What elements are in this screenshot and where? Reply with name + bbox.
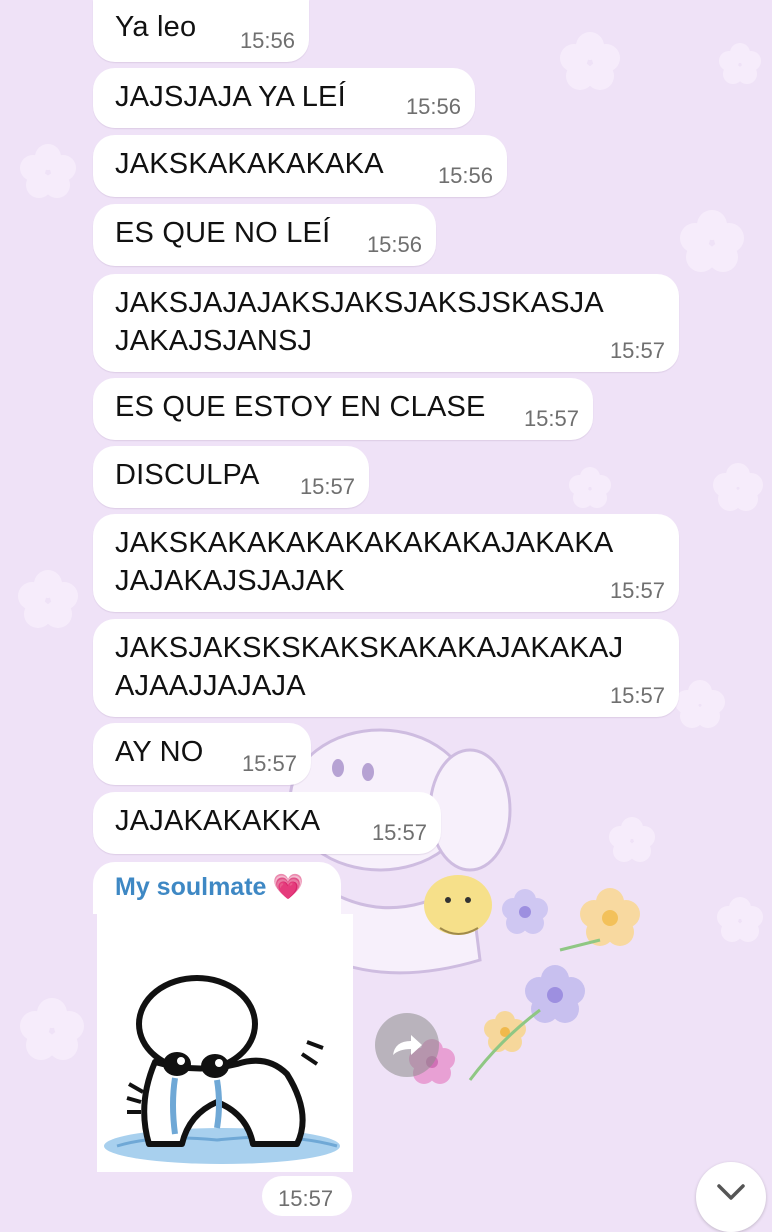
crying-blob-sticker[interactable] [97,914,353,1172]
sticker-image [104,975,340,1164]
message-text: DISCULPA [115,459,260,491]
message-time: 15:57 [241,751,297,776]
message-time: 15:57 [299,474,355,499]
message-text: JAKSKAKAKAKAKAKAKAKAJAKAKA JAJAKAJSJAJAK [115,527,614,597]
heart-emoji: 💗 [272,873,304,901]
forward-icon [393,1035,422,1055]
message-text: JAKSJAKSKSKAKSKAKAKAJAKAKAJ AJAAJJAJAJA [115,632,624,702]
message-time: 15:57 [609,338,665,363]
message-bubble[interactable]: JAKSKAKAKAKAKAKAKAKAJAKAKA JAJAKAJSJAJAK… [93,514,679,612]
message-bubble[interactable]: ES QUE ESTOY EN CLASE 15:57 [93,378,593,440]
message-bubble[interactable]: Ya leo 15:56 [93,0,309,62]
message-bubble[interactable]: JAKSJAKSKSKAKSKAKAKAJAKAKAJ AJAAJJAJAJA … [93,619,679,717]
message-bubble[interactable]: JAKSJAJAJAKSJAKSJAKSJSKASJA JAKAJSJANSJ … [93,274,679,372]
message-bubble[interactable]: JAJAKAKAKKA 15:57 [93,792,441,854]
message-text: Ya leo [115,11,197,43]
message-text: JAKSJAJAJAKSJAKSJAKSJSKASJA JAKAJSJANSJ [115,287,604,357]
message-time: 15:56 [239,28,295,53]
sticker-time-badge: 15:57 [262,1176,352,1216]
message-text: ES QUE NO LEÍ [115,217,331,249]
message-bubble[interactable]: ES QUE NO LEÍ 15:56 [93,204,436,266]
message-text: AY NO [115,736,204,768]
message-time: 15:56 [437,163,493,188]
message-text: ES QUE ESTOY EN CLASE [115,391,486,423]
scroll-down-button[interactable] [696,1162,766,1232]
chevron-down-icon [717,1184,745,1200]
message-text: JAKSKAKAKAKAKA [115,148,384,180]
message-bubble[interactable]: DISCULPA 15:57 [93,446,369,508]
message-time: 15:56 [405,94,461,119]
message-time: 15:56 [366,232,422,257]
forward-button[interactable] [375,1013,439,1077]
message-time: 15:57 [609,578,665,603]
message-time: 15:57 [278,1186,334,1211]
message-bubble[interactable]: AY NO 15:57 [93,723,311,785]
sender-name[interactable]: My soulmate 💗 [115,873,304,902]
message-time: 15:57 [523,406,579,431]
message-time: 15:57 [371,820,427,845]
message-text: JAJAKAKAKKA [115,805,321,837]
message-time: 15:57 [609,683,665,708]
message-bubble[interactable]: JAJSJAJA YA LEÍ 15:56 [93,68,475,128]
message-text: JAJSJAJA YA LEÍ [115,81,346,113]
message-bubble[interactable]: JAKSKAKAKAKAKA 15:56 [93,135,507,197]
forwarded-sender-header[interactable]: My soulmate 💗 [93,862,341,914]
